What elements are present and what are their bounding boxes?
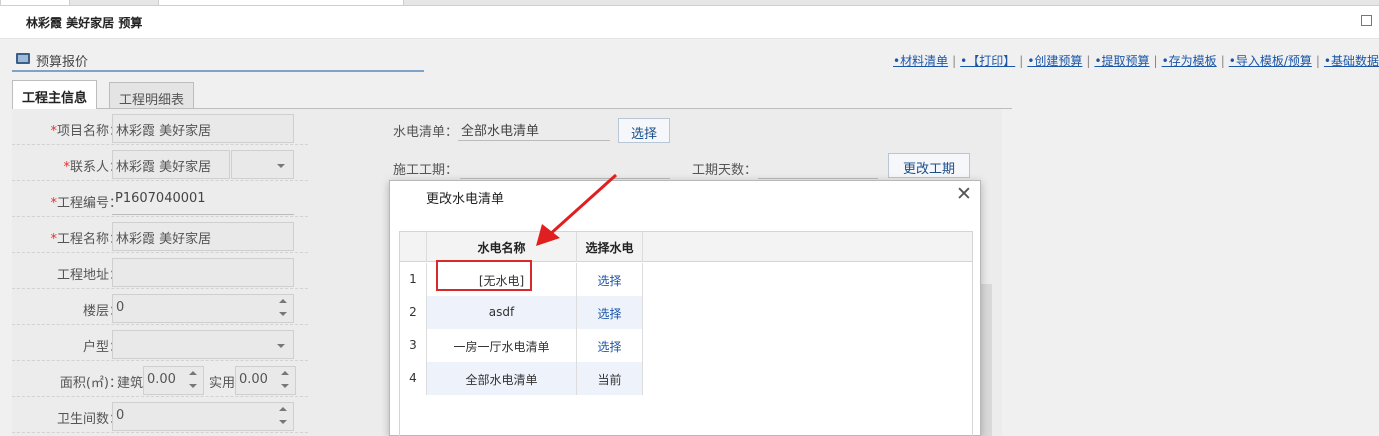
scrollbar[interactable] bbox=[980, 284, 992, 436]
build-area-stepper[interactable]: 0.00 bbox=[143, 366, 204, 395]
header-select-water: 选择水电 bbox=[577, 232, 643, 262]
construction-period-input[interactable] bbox=[460, 155, 670, 179]
maximize-icon[interactable] bbox=[1361, 15, 1372, 26]
grid-header: 水电名称 选择水电 bbox=[400, 232, 972, 262]
field-row-project-no: *工程编号： P1607040001 bbox=[12, 181, 308, 217]
row-select-link[interactable]: 选择 bbox=[577, 296, 643, 329]
water-list-value: 全部水电清单 bbox=[458, 117, 610, 141]
chevron-down-icon bbox=[277, 344, 285, 348]
row-index: 3 bbox=[400, 329, 427, 362]
close-icon[interactable]: ✕ bbox=[956, 184, 972, 204]
field-row-house-type: 户型： bbox=[12, 325, 308, 361]
project-title-input[interactable]: 林彩霞 美好家居 bbox=[112, 222, 294, 251]
field-row-floor: 楼层： 0 bbox=[12, 289, 308, 325]
section-title: 预算报价 bbox=[36, 55, 89, 70]
label-use-area: 实用 bbox=[209, 376, 236, 391]
highlight-box bbox=[436, 260, 532, 291]
row-select-link[interactable]: 选择 bbox=[577, 263, 643, 296]
row-index: 1 bbox=[400, 263, 427, 296]
field-row-bathrooms: 卫生间数： 0 bbox=[12, 397, 308, 433]
row-water-name: 全部水电清单 bbox=[427, 362, 577, 395]
link-print[interactable]: •【打印】 bbox=[960, 54, 1015, 68]
field-row-contact: *联系人： 林彩霞 美好家居 bbox=[12, 145, 308, 181]
field-row-project-name: *项目名称： 林彩霞 美好家居 bbox=[12, 109, 308, 145]
tab-main-info[interactable]: 工程主信息 bbox=[12, 80, 98, 110]
toolbar-links: •材料清单 | •【打印】 | •创建预算 | •提取预算 | •存为模板 | •导入模板/预算 | •… bbox=[893, 54, 1379, 68]
row-current-label: 当前 bbox=[577, 362, 643, 395]
row-index: 4 bbox=[400, 362, 427, 395]
use-area-stepper[interactable]: 0.00 bbox=[235, 366, 296, 395]
label-construction-period: 施工工期： bbox=[393, 163, 459, 178]
tab-bar: 工程主信息 工程明细表 bbox=[12, 80, 1012, 110]
window-titlebar: 林彩霞 美好家居 预算 bbox=[0, 6, 1379, 39]
project-name-input[interactable]: 林彩霞 美好家居 bbox=[112, 114, 294, 143]
table-row: 2 asdf 选择 bbox=[400, 296, 643, 329]
window-title: 林彩霞 美好家居 预算 bbox=[26, 16, 143, 30]
spin-up-icon[interactable] bbox=[281, 371, 289, 375]
bathrooms-stepper[interactable]: 0 bbox=[112, 402, 294, 431]
chevron-down-icon bbox=[277, 164, 285, 168]
label-water-list: 水电清单： bbox=[393, 125, 459, 140]
field-row-area: 面积(㎡)： 建筑 0.00 实用 0.00 bbox=[12, 361, 308, 397]
select-water-button[interactable]: 选择 bbox=[618, 118, 670, 143]
contact-input[interactable]: 林彩霞 美好家居 bbox=[112, 150, 230, 179]
spin-down-icon[interactable] bbox=[189, 384, 197, 388]
period-days-input[interactable] bbox=[758, 155, 878, 179]
spin-down-icon[interactable] bbox=[279, 420, 287, 424]
contact-select[interactable] bbox=[231, 150, 294, 179]
tab-detail-sheet[interactable]: 工程明细表 bbox=[109, 82, 195, 109]
change-water-list-dialog: 更改水电清单 ✕ 水电名称 选择水电 1 [无水电] 选择 2 asdf 选择 … bbox=[389, 180, 981, 436]
link-extract-budget[interactable]: •提取预算 bbox=[1094, 54, 1149, 68]
header-index bbox=[400, 232, 427, 262]
spin-up-icon[interactable] bbox=[279, 299, 287, 303]
label-area: 面积(㎡)： bbox=[59, 376, 122, 391]
row-select-link[interactable]: 选择 bbox=[577, 329, 643, 362]
link-create-budget[interactable]: •创建预算 bbox=[1027, 54, 1082, 68]
table-row: 3 一房一厅水电清单 选择 bbox=[400, 329, 643, 362]
label-period-days: 工期天数： bbox=[692, 163, 758, 178]
header-water-name: 水电名称 bbox=[427, 232, 577, 262]
spin-up-icon[interactable] bbox=[189, 371, 197, 375]
spin-up-icon[interactable] bbox=[279, 407, 287, 411]
spin-down-icon[interactable] bbox=[279, 312, 287, 316]
row-index: 2 bbox=[400, 296, 427, 329]
row-water-name: asdf bbox=[427, 296, 577, 329]
link-material-list[interactable]: •材料清单 bbox=[893, 54, 948, 68]
link-base-data[interactable]: •基础数据 bbox=[1324, 54, 1379, 68]
field-row-project-title: *工程名称： 林彩霞 美好家居 bbox=[12, 217, 308, 253]
spin-down-icon[interactable] bbox=[281, 384, 289, 388]
floor-stepper[interactable]: 0 bbox=[112, 294, 294, 323]
house-type-select[interactable] bbox=[112, 330, 294, 359]
section-header: 预算报价 bbox=[12, 48, 424, 72]
address-input[interactable] bbox=[112, 258, 294, 287]
change-period-button[interactable]: 更改工期 bbox=[888, 153, 970, 178]
link-save-template[interactable]: •存为模板 bbox=[1162, 54, 1217, 68]
link-import-template[interactable]: •导入模板/预算 bbox=[1229, 54, 1312, 68]
row-water-name: 一房一厅水电清单 bbox=[427, 329, 577, 362]
monitor-icon bbox=[16, 53, 30, 64]
field-row-address: 工程地址： bbox=[12, 253, 308, 289]
dialog-title: 更改水电清单 bbox=[426, 192, 505, 207]
table-row: 4 全部水电清单 当前 bbox=[400, 362, 643, 395]
label-build-area: 建筑 bbox=[117, 376, 144, 391]
project-no-value: P1607040001 bbox=[112, 186, 294, 215]
